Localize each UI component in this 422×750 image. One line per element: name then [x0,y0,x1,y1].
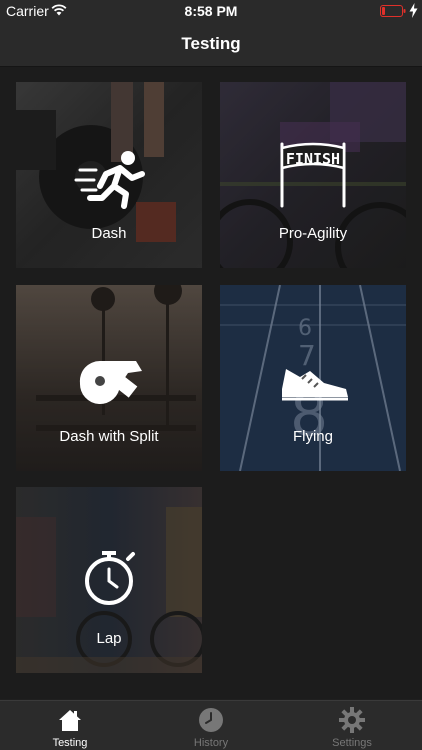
tile-label: Dash with Split [59,428,159,445]
clock-icon [199,708,223,732]
status-bar: Carrier 8:58 PM [0,0,422,22]
tile-label: Flying [292,428,333,445]
tile-pro-agility[interactable]: FINISH Pro-Agility [220,82,406,268]
tile-flying[interactable]: 6 7 8 Flying [220,285,406,471]
tile-lap[interactable]: Lap [16,487,202,673]
gear-icon [339,707,365,733]
tab-bar: Testing History Settings [0,700,422,750]
tab-label: Testing [52,737,88,749]
tab-label: Settings [332,737,372,749]
tab-history[interactable]: History [141,701,281,750]
tile-dash[interactable]: Dash [16,82,202,268]
tile-label: Dash [91,225,127,242]
tab-label: History [193,737,229,749]
tile-dash-with-split[interactable]: Dash with Split [16,285,202,471]
battery-low-icon [380,5,406,17]
page-title: Testing [181,34,241,53]
navigation-bar: Testing [0,22,422,67]
home-icon [59,710,81,731]
charging-bolt-icon [409,3,418,18]
app-screen: Carrier 8:58 PM Testing Dash FINISH Pro-… [0,0,422,750]
svg-text:FINISH: FINISH [286,150,340,168]
tile-label: Pro-Agility [278,225,348,242]
tab-settings[interactable]: Settings [282,701,422,750]
clock-time: 8:58 PM [184,3,238,19]
tab-testing[interactable]: Testing [0,701,140,750]
test-grid: Dash FINISH Pro-Agility Dash with Split … [0,67,422,699]
tile-label: Lap [96,630,122,647]
